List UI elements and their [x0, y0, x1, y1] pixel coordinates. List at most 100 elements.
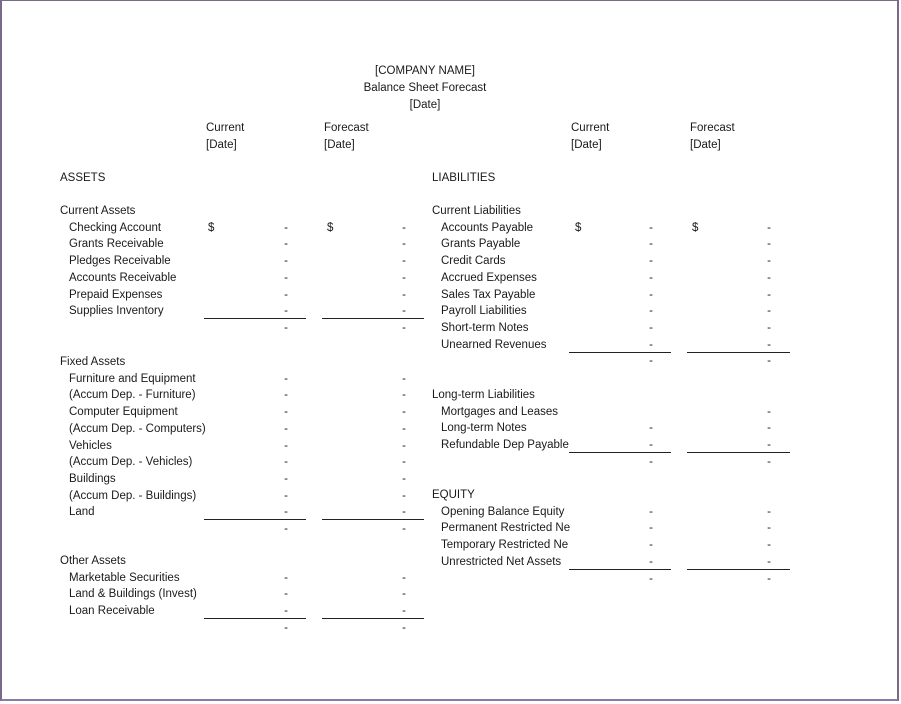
forecast-value: - — [767, 422, 771, 435]
line-item-label: Checking Account — [69, 221, 162, 234]
line-item-label: Grants Payable — [441, 238, 521, 251]
line-item-label: Buildings — [69, 472, 116, 485]
forecast-value: - — [767, 255, 771, 268]
current-value: - — [284, 422, 288, 435]
forecast-value: - — [767, 305, 771, 318]
liab-forecast-date: [Date] — [690, 139, 721, 151]
forecast-subtotal-rule — [687, 452, 790, 454]
document-date: [Date] — [409, 99, 441, 111]
line-item-label: Accrued Expenses — [441, 271, 537, 284]
forecast-value: - — [767, 321, 771, 334]
forecast-value: - — [402, 271, 406, 284]
document-title: Balance Sheet Forecast — [363, 82, 487, 94]
current-value: - — [284, 472, 288, 485]
current-value: - — [284, 255, 288, 268]
current-value: - — [649, 321, 653, 334]
current-subtotal: - — [284, 621, 288, 634]
line-item-label: Loan Receivable — [69, 605, 155, 618]
current-value: - — [284, 439, 288, 452]
forecast-subtotal-rule — [322, 519, 424, 521]
forecast-subtotal: - — [402, 523, 406, 535]
forecast-value: - — [402, 605, 406, 618]
current-subtotal: - — [649, 572, 653, 585]
forecast-value: - — [402, 571, 406, 584]
forecast-subtotal-rule — [687, 568, 790, 570]
current-value: - — [649, 522, 653, 535]
line-item-label: Land — [69, 506, 95, 519]
current-subtotal-rule — [204, 318, 306, 320]
current-subtotal-rule — [569, 568, 671, 570]
forecast-subtotal: - — [767, 572, 771, 585]
current-value: - — [284, 406, 288, 419]
forecast-value: - — [402, 588, 406, 601]
forecast-value: - — [767, 405, 771, 418]
line-item-label: Temporary Restricted Ne — [441, 539, 569, 552]
line-item-label: Marketable Securities — [69, 571, 180, 584]
forecast-subtotal-rule — [322, 318, 424, 320]
section-heading: Other Assets — [60, 555, 126, 567]
assets-current-header: Current — [206, 122, 245, 134]
current-subtotal-rule — [569, 452, 671, 454]
section-heading: Fixed Assets — [60, 356, 126, 368]
section-heading: Long-term Liabilities — [432, 389, 535, 401]
assets-heading: ASSETS — [60, 172, 106, 184]
current-subtotal-rule — [204, 618, 306, 620]
current-value: - — [649, 238, 653, 251]
forecast-value: - — [767, 288, 771, 301]
forecast-value: - — [767, 505, 771, 518]
section-heading: Current Assets — [60, 205, 136, 217]
forecast-value: - — [402, 389, 406, 402]
current-value: - — [284, 456, 288, 469]
forecast-value: - — [402, 238, 406, 251]
current-value: - — [649, 505, 653, 518]
assets-forecast-header: Forecast — [324, 122, 369, 134]
current-value: - — [284, 372, 288, 385]
forecast-value: - — [767, 238, 771, 251]
forecast-value: - — [402, 372, 406, 385]
forecast-value: - — [767, 221, 771, 234]
line-item-label: Sales Tax Payable — [441, 288, 536, 301]
forecast-value: - — [402, 506, 406, 519]
forecast-value: - — [402, 422, 406, 435]
liab-current-header: Current — [571, 122, 610, 134]
current-subtotal: - — [284, 523, 288, 535]
forecast-value: - — [402, 456, 406, 469]
current-value: - — [284, 605, 288, 618]
forecast-value: - — [767, 271, 771, 284]
line-item-label: (Accum Dep. - Computers) — [69, 422, 206, 435]
line-item-label: Short-term Notes — [441, 321, 529, 334]
current-value: - — [284, 288, 288, 301]
line-item-label: (Accum Dep. - Furniture) — [69, 389, 196, 402]
line-item-label: Mortgages and Leases — [441, 405, 558, 418]
current-subtotal: - — [649, 455, 653, 468]
current-value: - — [649, 338, 653, 351]
line-item-label: Prepaid Expenses — [69, 288, 163, 301]
current-subtotal: - — [649, 355, 653, 368]
current-value: - — [284, 271, 288, 284]
forecast-value: - — [402, 472, 406, 485]
line-item-label: Unearned Revenues — [441, 338, 547, 351]
current-value: - — [284, 305, 288, 318]
current-value: - — [284, 571, 288, 584]
forecast-subtotal-rule — [687, 351, 790, 353]
current-subtotal: - — [284, 321, 288, 334]
current-value: - — [649, 271, 653, 284]
forecast-value: - — [402, 288, 406, 301]
line-item-label: Opening Balance Equity — [441, 505, 565, 518]
line-item-label: (Accum Dep. - Vehicles) — [69, 456, 193, 469]
liabilities-heading: LIABILITIES — [432, 172, 496, 184]
current-value: - — [649, 255, 653, 268]
line-item-label: Long-term Notes — [441, 422, 527, 435]
forecast-subtotal: - — [767, 455, 771, 468]
forecast-subtotal-rule — [322, 618, 424, 620]
section-heading: Current Liabilities — [432, 205, 521, 217]
current-value: - — [649, 422, 653, 435]
liab-current-date: [Date] — [571, 139, 602, 151]
forecast-value: - — [402, 255, 406, 268]
forecast-subtotal: - — [402, 321, 406, 334]
current-value: - — [649, 221, 653, 234]
line-item-label: Credit Cards — [441, 255, 506, 268]
current-value: - — [284, 489, 288, 502]
current-value: - — [649, 539, 653, 552]
current-value: - — [284, 588, 288, 601]
